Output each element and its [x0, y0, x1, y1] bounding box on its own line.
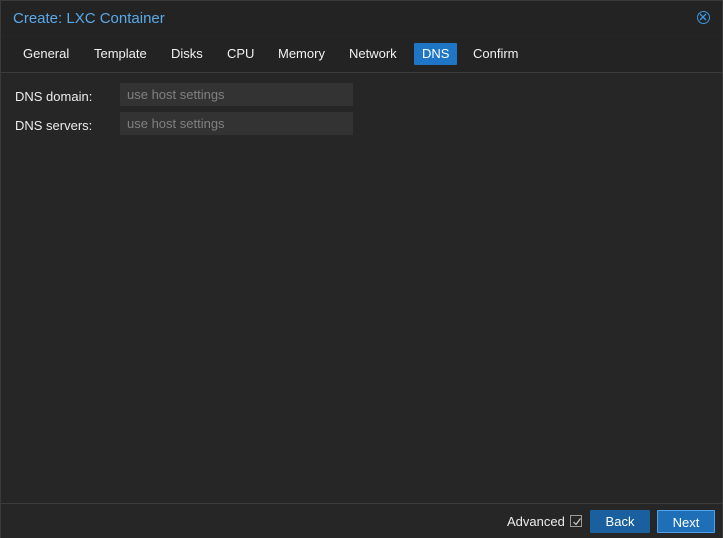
wizard-tabs: General Template Disks CPU Memory Networ… [1, 37, 722, 73]
dialog-footer: Advanced Back Next [1, 503, 722, 538]
tab-cpu[interactable]: CPU [219, 43, 262, 65]
dns-domain-input[interactable] [120, 83, 353, 106]
dialog-window: Create: LXC Container General Template D… [0, 0, 723, 538]
tab-confirm[interactable]: Confirm [465, 43, 527, 65]
dns-panel: DNS domain: DNS servers: [5, 73, 718, 503]
close-icon[interactable] [697, 11, 710, 24]
tab-disks[interactable]: Disks [163, 43, 211, 65]
dns-domain-label: DNS domain: [15, 89, 93, 104]
tab-general[interactable]: General [15, 43, 77, 65]
dns-servers-input[interactable] [120, 112, 353, 135]
advanced-label: Advanced [507, 514, 565, 529]
back-button[interactable]: Back [590, 510, 650, 533]
tab-template[interactable]: Template [86, 43, 155, 65]
checkbox-checked-icon [573, 518, 581, 526]
tab-network[interactable]: Network [341, 43, 405, 65]
tab-memory[interactable]: Memory [270, 43, 333, 65]
tab-dns[interactable]: DNS [414, 43, 458, 65]
advanced-checkbox[interactable] [570, 515, 582, 527]
window-title: Create: LXC Container [13, 10, 165, 27]
next-button[interactable]: Next [657, 510, 715, 533]
dns-servers-label: DNS servers: [15, 118, 93, 133]
titlebar: Create: LXC Container [1, 1, 722, 36]
